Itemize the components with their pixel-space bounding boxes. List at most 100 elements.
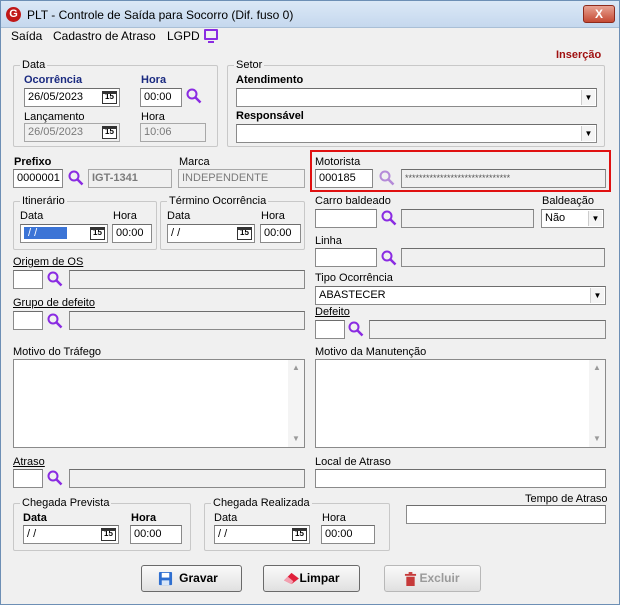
motivo-manutencao-scrollbar[interactable]: ▲ ▼ [589,360,605,447]
chegada-prevista-data-label: Data [23,512,47,524]
scroll-down-icon[interactable]: ▼ [589,431,605,447]
grupo-defeito-label: Grupo de defeito [13,297,95,309]
scroll-down-icon[interactable]: ▼ [288,431,304,447]
close-button[interactable]: X [583,5,615,23]
lancamento-label: Lançamento [24,111,85,123]
defeito-input[interactable] [315,320,345,339]
prefixo-label: Prefixo [14,156,52,168]
excluir-button: Excluir [384,565,481,592]
tempo-atraso-input[interactable] [406,505,606,524]
atraso-desc [69,469,305,488]
baldeacao-value: Não [545,212,566,224]
menu-saida[interactable]: Saída [11,29,42,43]
termino-legend: Término Ocorrência [167,195,269,207]
motorista-label: Motorista [315,156,361,168]
menu-cadastro-atraso[interactable]: Cadastro de Atraso [53,29,156,43]
motorista-search-icon[interactable] [379,170,395,186]
itinerario-legend: Itinerário [20,195,67,207]
chevron-down-icon[interactable]: ▼ [581,126,595,141]
chegada-prevista-legend: Chegada Prevista [20,497,112,509]
tempo-atraso-label: Tempo de Atraso [525,493,608,505]
itinerario-data-value: / / [24,227,68,239]
marca-input: INDEPENDENTE [178,169,305,188]
linha-desc [401,248,605,267]
termino-data-label: Data [167,210,191,222]
grupo-defeito-search-icon[interactable] [47,313,63,329]
origem-os-input[interactable] [13,270,43,289]
prefixo-desc: IGT-1341 [88,169,172,188]
chegada-realizada-hora-input[interactable]: 00:00 [321,525,375,544]
chegada-realizada-hora-label: Hora [322,512,346,524]
origem-os-search-icon[interactable] [47,271,63,287]
responsavel-select[interactable]: ▼ [236,124,597,143]
motivo-trafego-scrollbar[interactable]: ▲ ▼ [288,360,304,447]
tipo-ocorrencia-label: Tipo Ocorrência [315,272,393,284]
lancamento-hora-label: Hora [141,111,165,123]
monitor-icon[interactable] [204,29,218,43]
atraso-search-icon[interactable] [47,470,63,486]
window-title: PLT - Controle de Saída para Socorro (Di… [27,8,294,22]
defeito-desc [369,320,606,339]
carro-baldeado-search-icon[interactable] [381,210,397,226]
linha-label: Linha [315,235,342,247]
baldeacao-label: Baldeação [542,195,594,207]
atraso-label: Atraso [13,456,45,468]
scroll-up-icon[interactable]: ▲ [288,360,304,376]
carro-baldeado-desc [401,209,534,228]
main-window: G PLT - Controle de Saída para Socorro (… [0,0,620,605]
chegada-realizada-legend: Chegada Realizada [211,497,312,509]
hora-input[interactable]: 00:00 [140,88,182,107]
local-atraso-label: Local de Atraso [315,456,391,468]
setor-group-legend: Setor [234,59,265,71]
data-group-legend: Data [20,59,48,71]
atendimento-select[interactable]: ▼ [236,88,597,107]
prefixo-input[interactable]: 0000001 [13,169,63,188]
motorista-input[interactable]: 000185 [315,169,373,188]
motivo-manutencao-textarea[interactable]: ▲ ▼ [315,359,606,448]
termino-hora-label: Hora [261,210,285,222]
atendimento-label: Atendimento [236,74,304,86]
lancamento-calendar-icon: 15 [102,126,117,139]
responsavel-label: Responsável [236,110,304,122]
prefixo-search-icon[interactable] [68,170,84,186]
termino-hora-input[interactable]: 00:00 [260,224,301,243]
app-logo-icon: G [6,7,21,22]
grupo-defeito-input[interactable] [13,311,43,330]
tipo-ocorrencia-value: ABASTECER [319,289,386,301]
chevron-down-icon[interactable]: ▼ [588,211,602,226]
menu-bar: Saída Cadastro de Atraso LGPD [1,28,619,46]
menu-lgpd[interactable]: LGPD [167,29,200,43]
title-bar: G PLT - Controle de Saída para Socorro (… [1,1,619,28]
atraso-input[interactable] [13,469,43,488]
chegada-realizada-calendar-icon[interactable]: 15 [292,528,307,541]
carro-baldeado-input[interactable] [315,209,377,228]
chegada-prevista-calendar-icon[interactable]: 15 [101,528,116,541]
termino-calendar-icon[interactable]: 15 [237,227,252,240]
linha-search-icon[interactable] [381,250,397,266]
hora-label: Hora [141,74,167,86]
itinerario-calendar-icon[interactable]: 15 [90,227,105,240]
chevron-down-icon[interactable]: ▼ [590,288,604,303]
motivo-manutencao-label: Motivo da Manutenção [315,346,427,358]
chegada-prevista-hora-input[interactable]: 00:00 [130,525,182,544]
local-atraso-input[interactable] [315,469,606,488]
gravar-button[interactable]: Gravar [141,565,242,592]
marca-label: Marca [179,156,210,168]
limpar-button[interactable]: Limpar [263,565,360,592]
linha-input[interactable] [315,248,377,267]
scroll-up-icon[interactable]: ▲ [589,360,605,376]
tipo-ocorrencia-select[interactable]: ABASTECER ▼ [315,286,606,305]
baldeacao-select[interactable]: Não ▼ [541,209,604,228]
ocorrencia-calendar-icon[interactable]: 15 [102,91,117,104]
carro-baldeado-label: Carro baldeado [315,195,391,207]
hora-search-icon[interactable] [186,88,202,104]
save-icon [158,571,173,586]
chegada-prevista-hora-label: Hora [131,512,157,524]
chevron-down-icon[interactable]: ▼ [581,90,595,105]
trash-icon [404,572,417,586]
itinerario-data-label: Data [20,210,44,222]
motivo-trafego-textarea[interactable]: ▲ ▼ [13,359,305,448]
defeito-search-icon[interactable] [348,321,364,337]
itinerario-hora-input[interactable]: 00:00 [112,224,152,243]
motorista-desc: ****************************** [401,169,606,188]
